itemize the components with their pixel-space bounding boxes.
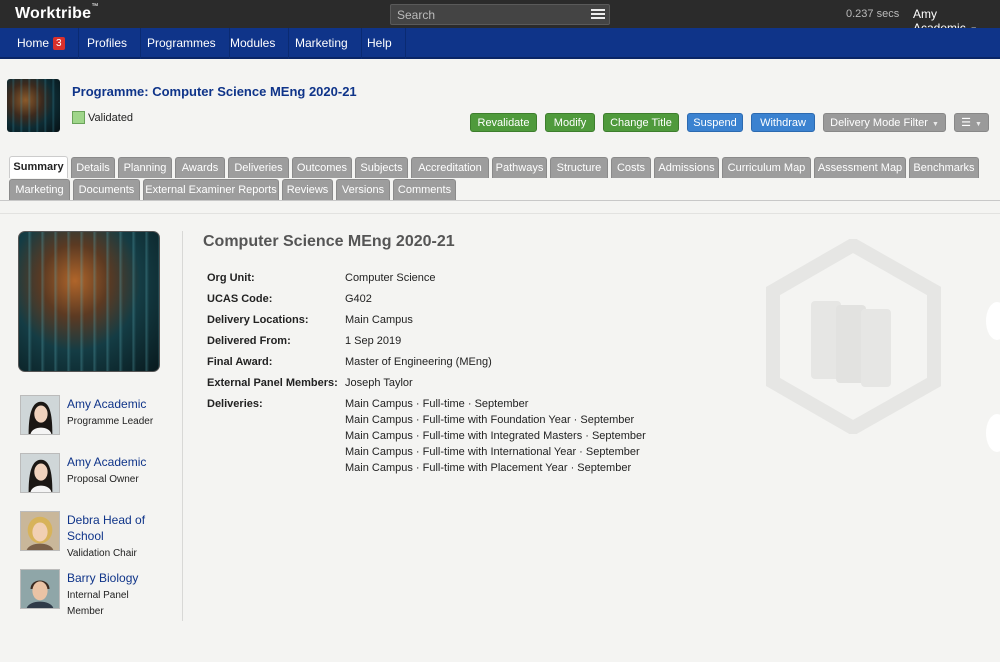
menu-icon: ☰ bbox=[961, 117, 971, 129]
notification-badge: 3 bbox=[53, 37, 65, 50]
tab-comments[interactable]: Comments bbox=[393, 179, 456, 200]
field-value: Main Campus bbox=[345, 314, 413, 326]
nav-modules-label: Modules bbox=[230, 36, 276, 50]
page-timing: 0.237 secs bbox=[846, 8, 900, 20]
person-role: Proposal Owner bbox=[67, 474, 139, 485]
programme-watermark-icon bbox=[766, 239, 941, 434]
tab-assessment-map[interactable]: Assessment Map bbox=[814, 157, 906, 178]
field-label: External Panel Members: bbox=[207, 377, 338, 389]
nav-help-label: Help bbox=[367, 36, 392, 50]
field-value: Computer Science bbox=[345, 272, 436, 284]
field-label: Delivered From: bbox=[207, 335, 291, 347]
logo-text: Worktribe bbox=[15, 5, 92, 22]
search-input[interactable] bbox=[391, 5, 581, 25]
nav-home[interactable]: Home 3 bbox=[4, 28, 79, 59]
nav-marketing-label: Marketing bbox=[295, 36, 348, 50]
revalidate-button[interactable]: Revalidate bbox=[470, 113, 537, 132]
logo-trademark: ™ bbox=[91, 3, 99, 10]
change-title-button[interactable]: Change Title bbox=[603, 113, 679, 132]
tab-admissions[interactable]: Admissions bbox=[654, 157, 719, 178]
person-role: Validation Chair bbox=[67, 548, 137, 559]
tab-versions[interactable]: Versions bbox=[336, 179, 390, 200]
nav-home-label: Home bbox=[17, 36, 50, 50]
nav-profiles[interactable]: Profiles bbox=[74, 28, 142, 59]
field-label: Deliveries: bbox=[207, 398, 263, 410]
tab-subjects[interactable]: Subjects bbox=[355, 157, 408, 178]
delivery-item: Main Campus · Full-time with Integrated … bbox=[345, 430, 646, 442]
summary-title: Computer Science MEng 2020-21 bbox=[203, 233, 455, 250]
programme-thumbnail-overlay bbox=[7, 79, 60, 132]
tab-outcomes[interactable]: Outcomes bbox=[292, 157, 352, 178]
delivery-item: Main Campus · Full-time with Placement Y… bbox=[345, 462, 632, 474]
nav-profiles-label: Profiles bbox=[87, 36, 128, 50]
nav-help[interactable]: Help bbox=[354, 28, 406, 59]
chevron-down-icon: ▼ bbox=[931, 121, 939, 128]
delivery-mode-filter-label: Delivery Mode Filter bbox=[830, 117, 928, 129]
edge-decoration bbox=[986, 302, 1000, 340]
more-actions-button[interactable]: ☰ ▼ bbox=[954, 113, 989, 132]
avatar bbox=[20, 511, 60, 551]
status-label: Validated bbox=[88, 112, 134, 124]
field-label: Final Award: bbox=[207, 356, 273, 368]
tab-divider bbox=[0, 200, 1000, 201]
status-badge: Validated bbox=[72, 111, 133, 124]
column-divider bbox=[182, 231, 183, 621]
nav-programmes[interactable]: Programmes bbox=[134, 28, 230, 59]
delivery-item: Main Campus · Full-time with Foundation … bbox=[345, 414, 635, 426]
person-role: Programme Leader bbox=[67, 416, 154, 427]
chevron-down-icon: ▼ bbox=[974, 121, 982, 128]
person-name-link[interactable]: Amy Academic bbox=[67, 396, 167, 412]
suspend-button[interactable]: Suspend bbox=[687, 113, 743, 132]
tab-accreditation[interactable]: Accreditation bbox=[411, 157, 489, 178]
avatar bbox=[20, 569, 60, 609]
field-value: Joseph Taylor bbox=[345, 377, 413, 389]
search-box bbox=[390, 4, 610, 25]
field-value: G402 bbox=[345, 293, 372, 305]
field-value: Master of Engineering (MEng) bbox=[345, 356, 492, 368]
avatar bbox=[20, 395, 60, 435]
programme-image bbox=[18, 231, 160, 372]
field-label: Delivery Locations: bbox=[207, 314, 309, 326]
field-label: Org Unit: bbox=[207, 272, 255, 284]
field-value: 1 Sep 2019 bbox=[345, 335, 402, 347]
withdraw-button[interactable]: Withdraw bbox=[751, 113, 815, 132]
tab-reviews[interactable]: Reviews bbox=[282, 179, 333, 200]
tab-details[interactable]: Details bbox=[71, 157, 115, 178]
tab-costs[interactable]: Costs bbox=[611, 157, 651, 178]
main-nav: Home 3 Profiles Programmes Modules Market… bbox=[0, 28, 1000, 59]
tab-curriculum-map[interactable]: Curriculum Map bbox=[722, 157, 811, 178]
tab-awards[interactable]: Awards bbox=[175, 157, 225, 178]
field-label: UCAS Code: bbox=[207, 293, 273, 305]
status-swatch bbox=[72, 111, 85, 124]
programme-header: Programme: Computer Science MEng 2020-21… bbox=[0, 71, 1000, 154]
tab-planning[interactable]: Planning bbox=[118, 157, 172, 178]
person-name-link[interactable]: Debra Head of School bbox=[67, 512, 167, 544]
edge-decoration bbox=[986, 414, 1000, 452]
modify-button[interactable]: Modify bbox=[545, 113, 595, 132]
page-title[interactable]: Programme: Computer Science MEng 2020-21 bbox=[72, 84, 357, 99]
worktribe-logo[interactable]: Worktribe™ bbox=[15, 3, 99, 23]
avatar bbox=[20, 453, 60, 493]
delivery-item: Main Campus · Full-time · September bbox=[345, 398, 529, 410]
tab-structure[interactable]: Structure bbox=[550, 157, 608, 178]
top-bar: Worktribe™ 0.237 secs Amy Academic▼ bbox=[0, 0, 1000, 35]
person-role: Internal Panel Member bbox=[67, 590, 129, 617]
summary-panel: Amy Academic Programme Leader Amy Academ… bbox=[0, 213, 1000, 662]
tab-documents[interactable]: Documents bbox=[73, 179, 140, 200]
delivery-item: Main Campus · Full-time with Internation… bbox=[345, 446, 640, 458]
nav-programmes-label: Programmes bbox=[147, 36, 216, 50]
tab-deliveries[interactable]: Deliveries bbox=[228, 157, 289, 178]
person-name-link[interactable]: Amy Academic bbox=[67, 454, 167, 470]
nav-marketing[interactable]: Marketing bbox=[282, 28, 362, 59]
tab-marketing[interactable]: Marketing bbox=[9, 179, 70, 200]
person-name-link[interactable]: Barry Biology bbox=[67, 570, 167, 586]
tab-external-examiner-reports[interactable]: External Examiner Reports bbox=[143, 179, 279, 200]
tab-benchmarks[interactable]: Benchmarks bbox=[909, 157, 979, 178]
nav-modules[interactable]: Modules bbox=[217, 28, 290, 59]
tab-bar: Summary Details Planning Awards Deliveri… bbox=[0, 156, 1000, 200]
tab-summary[interactable]: Summary bbox=[9, 156, 68, 178]
search-menu-icon[interactable] bbox=[591, 7, 605, 22]
tab-pathways[interactable]: Pathways bbox=[492, 157, 547, 178]
delivery-mode-filter-button[interactable]: Delivery Mode Filter ▼ bbox=[823, 113, 946, 132]
